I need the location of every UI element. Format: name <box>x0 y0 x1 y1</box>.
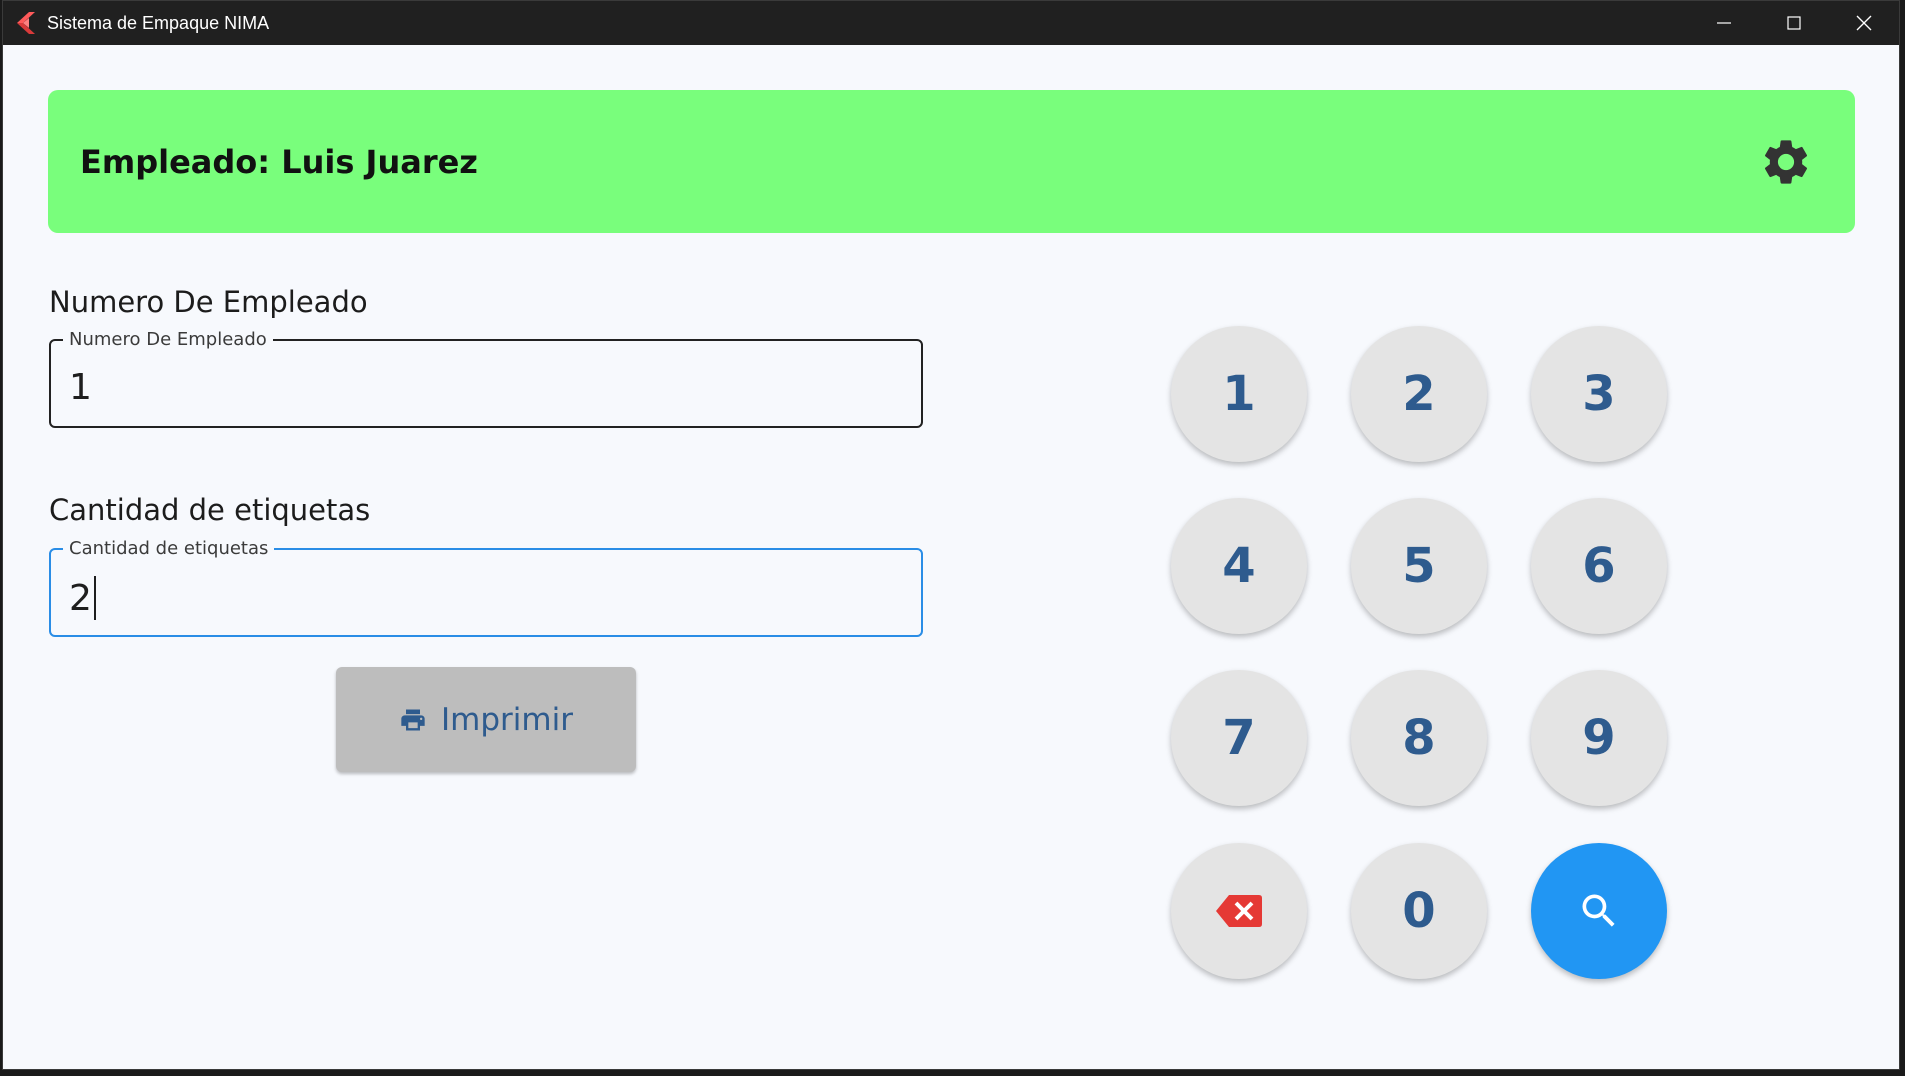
maximize-icon <box>1787 16 1801 30</box>
label-quantity-input[interactable]: Cantidad de etiquetas 2 <box>49 538 923 637</box>
keypad-key-0[interactable]: 0 <box>1351 843 1487 979</box>
employee-number-value: 1 <box>69 367 92 408</box>
label-quantity-section-label: Cantidad de etiquetas <box>49 493 371 527</box>
print-button-label: Imprimir <box>441 701 573 738</box>
backspace-icon <box>1216 895 1262 927</box>
maximize-button[interactable] <box>1759 1 1829 45</box>
employee-title: Empleado: Luis Juarez <box>80 142 478 181</box>
label-quantity-text: 2 <box>69 577 92 619</box>
keypad-key-3[interactable]: 3 <box>1531 326 1667 462</box>
keypad-backspace-button[interactable] <box>1171 843 1307 979</box>
text-caret <box>93 576 96 620</box>
app-window: Sistema de Empaque NIMA Empleado: Luis J… <box>2 0 1900 1070</box>
employee-number-section-label: Numero De Empleado <box>49 285 368 319</box>
gear-icon <box>1764 140 1808 184</box>
window-controls <box>1689 1 1899 45</box>
employee-number-text: 1 <box>69 367 92 408</box>
label-quantity-value: 2 <box>69 576 96 620</box>
close-button[interactable] <box>1829 1 1899 45</box>
keypad-key-2[interactable]: 2 <box>1351 326 1487 462</box>
employee-banner: Empleado: Luis Juarez <box>48 90 1855 233</box>
title-bar: Sistema de Empaque NIMA <box>3 1 1899 45</box>
label-quantity-field-label: Cantidad de etiquetas <box>63 538 275 559</box>
settings-button[interactable] <box>1759 135 1813 189</box>
keypad-search-button[interactable] <box>1531 843 1667 979</box>
search-icon <box>1582 894 1615 927</box>
printer-icon <box>401 709 425 730</box>
flutter-logo-icon <box>15 12 37 34</box>
close-icon <box>1856 15 1872 31</box>
employee-number-field-label: Numero De Empleado <box>63 329 273 350</box>
keypad-key-6[interactable]: 6 <box>1531 498 1667 634</box>
employee-number-input[interactable]: Numero De Empleado 1 <box>49 329 923 428</box>
keypad-key-8[interactable]: 8 <box>1351 670 1487 806</box>
minimize-button[interactable] <box>1689 1 1759 45</box>
keypad-key-7[interactable]: 7 <box>1171 670 1307 806</box>
keypad-key-1[interactable]: 1 <box>1171 326 1307 462</box>
minimize-icon <box>1717 22 1731 24</box>
keypad-key-9[interactable]: 9 <box>1531 670 1667 806</box>
print-button[interactable]: Imprimir <box>336 667 636 772</box>
keypad-key-4[interactable]: 4 <box>1171 498 1307 634</box>
keypad-key-5[interactable]: 5 <box>1351 498 1487 634</box>
window-title: Sistema de Empaque NIMA <box>47 12 270 33</box>
